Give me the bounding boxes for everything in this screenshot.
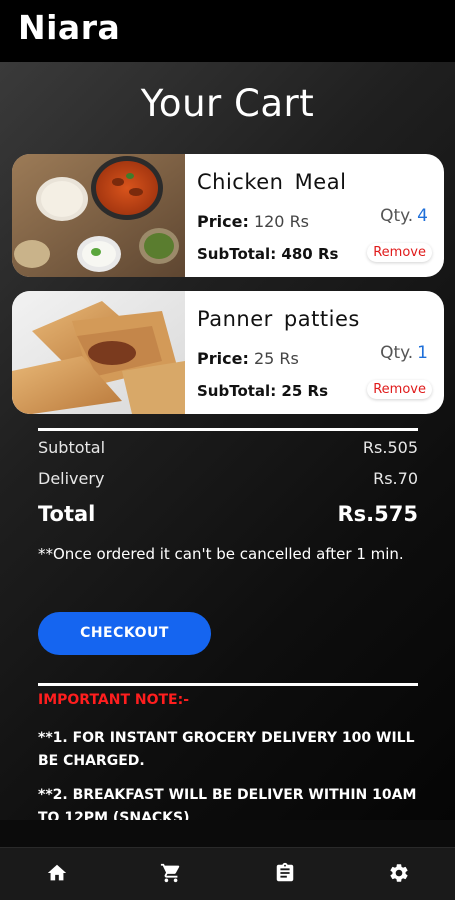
nav-cart[interactable] [114,848,227,900]
panner-patties-image [12,291,185,414]
nav-home[interactable] [0,848,113,900]
price-label: Price: [197,349,249,368]
important-note-heading: IMPORTANT NOTE:- [38,692,190,708]
cart-item-card: Panner patties Price: 25 Rs Qty. 1 SubTot… [12,291,444,414]
item-name: Panner patties [197,307,360,331]
delivery-label: Delivery [38,469,105,488]
subtotal-value: Rs.505 [362,438,418,457]
cart-content[interactable]: Your Cart Chicken Meal Price: 120 Rs Qty… [0,62,455,820]
price-value: 25 Rs [253,349,299,368]
total-value: Rs.575 [337,502,418,526]
item-quantity: Qty. 4 [380,206,428,226]
divider [38,428,418,431]
remove-button[interactable]: Remove [367,243,432,262]
important-note-line: **2. BREAKFAST WILL BE DELIVER WITHIN 10… [38,787,417,820]
app-brand: Niara [18,8,121,47]
chicken-meal-image [12,154,185,277]
clipboard-icon [274,862,296,888]
content-bottom-edge [0,820,455,847]
nav-orders[interactable] [228,848,341,900]
qty-label: Qty. [380,206,414,226]
page-title: Your Cart [140,82,315,125]
cancellation-notice: **Once ordered it can't be cancelled aft… [38,545,404,563]
app-bar: Niara [0,0,455,62]
home-icon [46,862,68,888]
subtotal-label: Subtotal [38,438,106,457]
remove-button[interactable]: Remove [367,380,432,399]
item-subtotal: SubTotal: 25 Rs [197,382,328,400]
item-subtotal: SubTotal: 480 Rs [197,245,339,263]
cart-icon [160,862,182,888]
qty-value: 4 [417,206,428,226]
total-label: Total [38,502,96,526]
item-name: Chicken Meal [197,170,347,194]
important-note-line: **1. FOR INSTANT GROCERY DELIVERY 100 WI… [38,730,415,769]
nav-settings[interactable] [342,848,455,900]
item-quantity: Qty. 1 [380,343,428,363]
item-price: Price: 25 Rs [197,349,299,368]
gear-icon [388,862,410,888]
delivery-value: Rs.70 [373,469,418,488]
price-value: 120 Rs [253,212,310,231]
divider [38,683,418,686]
bottom-navigation [0,847,455,900]
item-price: Price: 120 Rs [197,212,309,231]
checkout-button[interactable]: CHECKOUT [38,612,211,655]
price-label: Price: [197,212,249,231]
cart-item-card: Chicken Meal Price: 120 Rs Qty. 4 SubTota… [12,154,444,277]
qty-label: Qty. [380,343,414,363]
qty-value: 1 [417,343,428,363]
